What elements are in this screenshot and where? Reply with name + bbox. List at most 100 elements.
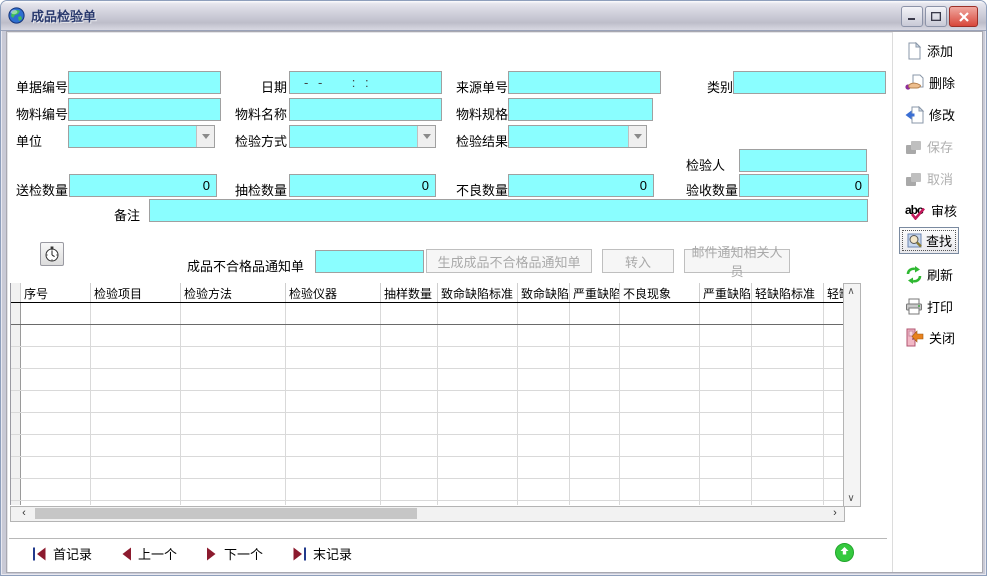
table-row[interactable] <box>11 457 843 479</box>
grid-cell[interactable] <box>91 391 181 412</box>
grid-cell[interactable] <box>620 435 700 456</box>
table-row[interactable] <box>11 325 843 347</box>
grid-cell[interactable] <box>752 435 824 456</box>
row-selector-cell[interactable] <box>11 303 21 324</box>
row-selector-cell[interactable] <box>11 413 21 434</box>
grid-cell[interactable] <box>620 457 700 478</box>
grid-cell[interactable] <box>824 391 843 412</box>
grid-cell[interactable] <box>752 369 824 390</box>
grid-cell[interactable] <box>824 501 843 505</box>
grid-cell[interactable] <box>21 501 91 505</box>
table-vertical-scrollbar[interactable]: ∧ ∨ <box>843 283 861 507</box>
row-selector-cell[interactable] <box>11 391 21 412</box>
grid-cell[interactable] <box>181 325 286 346</box>
row-selector-cell[interactable] <box>11 457 21 478</box>
grid-cell[interactable] <box>21 369 91 390</box>
grid-cell[interactable] <box>824 435 843 456</box>
accept-qty-input[interactable] <box>739 174 869 197</box>
grid-cell[interactable] <box>286 501 381 505</box>
inspection-table[interactable]: 序号检验项目检验方法检验仪器抽样数量致命缺陷标准致命缺陷数严重缺陷标准不良现象严… <box>10 283 843 505</box>
timer-button[interactable] <box>40 242 64 266</box>
grid-cell[interactable] <box>824 369 843 390</box>
scroll-up-icon[interactable]: ∧ <box>844 284 858 299</box>
grid-cell[interactable] <box>91 303 181 324</box>
email-notify-button[interactable]: 邮件通知相关人员 <box>684 249 790 273</box>
grid-cell[interactable] <box>21 479 91 500</box>
scrollbar-thumb[interactable] <box>35 508 417 519</box>
grid-cell[interactable] <box>518 391 570 412</box>
grid-cell[interactable] <box>286 457 381 478</box>
grid-cell[interactable] <box>91 413 181 434</box>
scroll-left-icon[interactable]: ‹ <box>17 507 31 520</box>
defect-qty-input[interactable] <box>508 174 654 197</box>
grid-cell[interactable] <box>286 435 381 456</box>
grid-cell[interactable] <box>381 457 438 478</box>
grid-cell[interactable] <box>752 457 824 478</box>
scroll-down-icon[interactable]: ∨ <box>844 491 858 506</box>
grid-cell[interactable] <box>752 501 824 505</box>
table-row[interactable] <box>11 303 843 325</box>
grid-cell[interactable] <box>570 501 620 505</box>
grid-cell[interactable] <box>700 325 752 346</box>
grid-cell[interactable] <box>700 347 752 368</box>
grid-cell[interactable] <box>438 413 518 434</box>
chevron-down-icon[interactable] <box>196 126 214 147</box>
sent-qty-input[interactable] <box>69 174 217 197</box>
save-button[interactable]: 保存 <box>905 137 953 156</box>
grid-cell[interactable] <box>181 479 286 500</box>
grid-cell[interactable] <box>438 303 518 324</box>
grid-cell[interactable] <box>286 347 381 368</box>
grid-cell[interactable] <box>286 413 381 434</box>
grid-cell[interactable] <box>381 325 438 346</box>
notice-input[interactable] <box>315 250 424 273</box>
first-record-button[interactable]: 首记录 <box>32 544 92 563</box>
grid-cell[interactable] <box>286 391 381 412</box>
row-selector-cell[interactable] <box>11 435 21 456</box>
table-row[interactable] <box>11 347 843 369</box>
grid-cell[interactable] <box>700 369 752 390</box>
grid-cell[interactable] <box>381 479 438 500</box>
grid-cell[interactable] <box>620 303 700 324</box>
grid-cell[interactable] <box>381 391 438 412</box>
grid-cell[interactable] <box>752 325 824 346</box>
generate-notice-button[interactable]: 生成成品不合格品通知单 <box>426 249 592 273</box>
grid-cell[interactable] <box>286 325 381 346</box>
grid-cell[interactable] <box>518 479 570 500</box>
grid-cell[interactable] <box>181 303 286 324</box>
inspect-result-combo[interactable] <box>508 125 647 148</box>
grid-cell[interactable] <box>438 369 518 390</box>
grid-cell[interactable] <box>438 457 518 478</box>
grid-cell[interactable] <box>620 347 700 368</box>
chevron-down-icon[interactable] <box>628 126 646 147</box>
grid-cell[interactable] <box>620 413 700 434</box>
grid-cell[interactable] <box>91 501 181 505</box>
close-button[interactable] <box>949 6 978 27</box>
row-selector-cell[interactable] <box>11 283 21 302</box>
grid-cell[interactable] <box>91 369 181 390</box>
grid-cell[interactable] <box>570 325 620 346</box>
row-selector-cell[interactable] <box>11 479 21 500</box>
grid-cell[interactable] <box>570 369 620 390</box>
grid-cell[interactable] <box>700 435 752 456</box>
grid-cell[interactable] <box>570 303 620 324</box>
grid-cell[interactable] <box>570 435 620 456</box>
grid-cell[interactable] <box>700 501 752 505</box>
inspect-method-combo[interactable] <box>289 125 436 148</box>
grid-cell[interactable] <box>91 325 181 346</box>
grid-cell[interactable] <box>752 303 824 324</box>
green-refresh-icon[interactable] <box>834 542 855 563</box>
grid-cell[interactable] <box>518 369 570 390</box>
grid-cell[interactable] <box>21 391 91 412</box>
grid-cell[interactable] <box>518 347 570 368</box>
grid-cell[interactable] <box>438 347 518 368</box>
grid-cell[interactable] <box>381 347 438 368</box>
modify-button[interactable]: 修改 <box>905 105 955 124</box>
find-button[interactable]: 查找 <box>899 227 959 254</box>
grid-cell[interactable] <box>181 435 286 456</box>
title-bar[interactable]: 成品检验单 <box>1 1 986 31</box>
table-row[interactable] <box>11 479 843 501</box>
grid-cell[interactable] <box>21 413 91 434</box>
grid-cell[interactable] <box>91 347 181 368</box>
grid-cell[interactable] <box>181 501 286 505</box>
print-button[interactable]: 打印 <box>905 297 953 316</box>
